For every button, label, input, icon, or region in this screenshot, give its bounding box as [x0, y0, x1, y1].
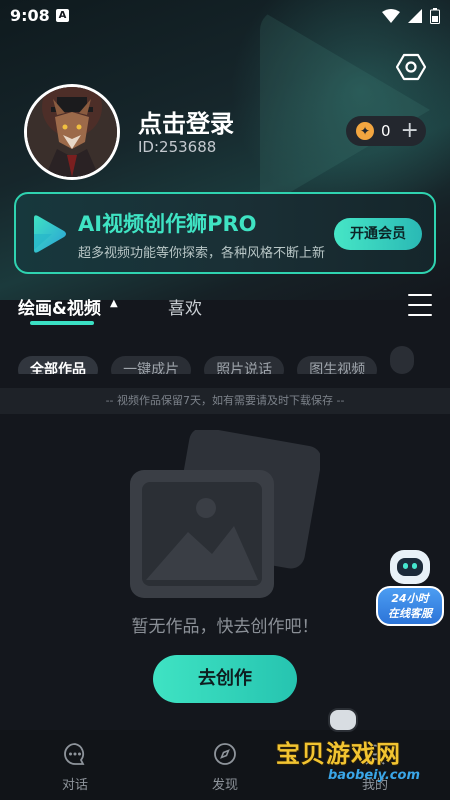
- tab-drawing-video[interactable]: 绘画&视频: [18, 294, 101, 319]
- robot-icon: [390, 550, 430, 584]
- wifi-icon: [382, 9, 400, 23]
- open-vip-button[interactable]: 开通会员: [334, 218, 422, 250]
- status-bar: 9:08 A: [0, 0, 450, 32]
- chat-icon: [64, 743, 85, 765]
- gamepad-icon: [328, 708, 358, 732]
- chip-all-works[interactable]: 全部作品: [18, 356, 98, 374]
- status-icons: [382, 8, 440, 24]
- chip-photo-talk[interactable]: 照片说话: [204, 356, 285, 374]
- settings-hexagon-icon: [395, 53, 427, 81]
- support-badge: 24小时 在线客服: [376, 586, 444, 626]
- chip-one-click[interactable]: 一键成片: [111, 356, 192, 374]
- watermark-title: 宝贝游戏网: [276, 740, 401, 768]
- status-time: 9:08: [10, 6, 50, 25]
- login-title[interactable]: 点击登录: [138, 104, 234, 139]
- coin-icon: ✦: [356, 122, 374, 140]
- support-line2: 在线客服: [388, 607, 432, 620]
- battery-icon: [430, 8, 440, 24]
- add-coins-icon[interactable]: +: [401, 120, 419, 142]
- nav-discover-label: 发现: [211, 778, 238, 793]
- retention-notice: -- 视频作品保留7天，如有需要请及时下载保存 --: [0, 388, 450, 414]
- customer-service-widget[interactable]: 24小时 在线客服: [376, 548, 444, 628]
- chip-image-to-video[interactable]: 图生视频: [297, 356, 378, 374]
- coin-count: 0: [381, 122, 391, 140]
- settings-button[interactable]: [395, 52, 427, 82]
- header-play-decoration: [260, 10, 430, 210]
- play-logo-icon: [34, 215, 66, 253]
- empty-gallery-icon: [130, 430, 320, 598]
- user-id: ID:253688: [138, 138, 217, 156]
- filter-chips: 全部作品 一键成片 照片说话 图生视频: [18, 346, 450, 374]
- active-tab-indicator: [30, 321, 94, 325]
- tab-likes[interactable]: 喜欢: [168, 294, 202, 319]
- signal-icon: [408, 9, 422, 23]
- menu-icon[interactable]: [408, 294, 432, 316]
- pro-subtitle: 超多视频功能等你探索，各种风格不断上新: [78, 246, 326, 261]
- fox-avatar-image: [27, 87, 117, 177]
- site-watermark: 宝贝游戏网 baobeiy.com: [270, 706, 446, 796]
- nav-chat-label: 对话: [61, 778, 88, 793]
- caret-up-icon[interactable]: ▲: [110, 298, 118, 309]
- nav-discover[interactable]: 发现: [195, 742, 255, 793]
- nav-chat[interactable]: 对话: [45, 742, 105, 793]
- coin-balance[interactable]: ✦ 0 +: [346, 116, 426, 146]
- app-notification-icon: A: [56, 9, 69, 22]
- pro-membership-banner[interactable]: AI视频创作狮PRO 超多视频功能等你探索，各种风格不断上新 开通会员: [14, 192, 436, 274]
- support-line1: 24小时: [391, 592, 429, 605]
- content-tabs: 绘画&视频 ▲ 喜欢: [0, 286, 450, 330]
- create-button[interactable]: 去创作: [153, 655, 297, 703]
- watermark-url: baobeiy.com: [328, 768, 420, 783]
- chip-more[interactable]: [390, 346, 415, 374]
- avatar[interactable]: [24, 84, 120, 180]
- compass-icon: [214, 743, 236, 765]
- pro-title: AI视频创作狮PRO: [78, 212, 257, 236]
